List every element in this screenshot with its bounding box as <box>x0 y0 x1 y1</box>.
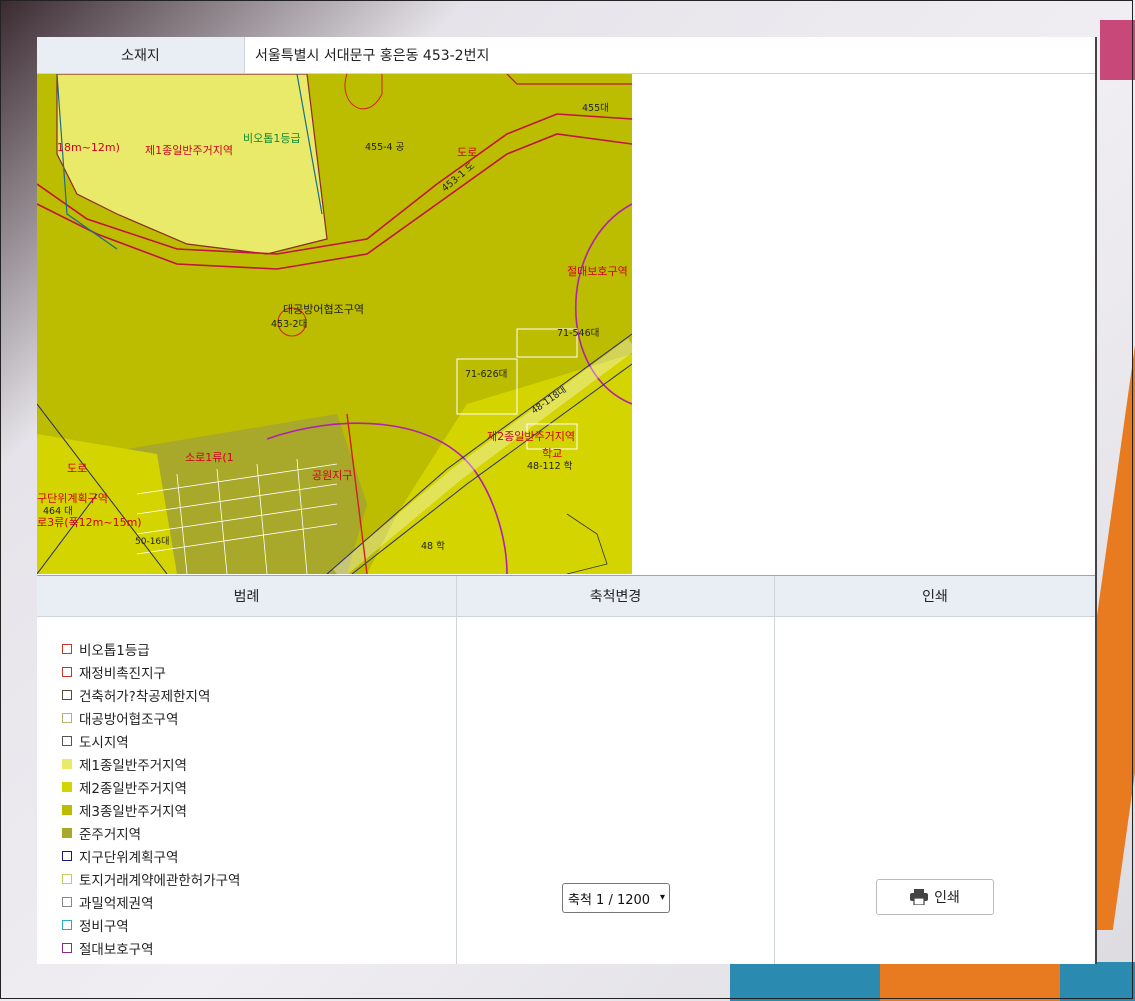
legend-swatch <box>62 942 72 953</box>
legend-item: 비오톱1등급 <box>62 637 456 660</box>
map-label: 71-626대 <box>465 369 507 380</box>
printer-icon <box>910 889 929 905</box>
scale-select[interactable]: 축척 1 / 1200 ▾ <box>562 883 670 913</box>
legend-label: 절대보호구역 <box>79 941 154 958</box>
map-label: 48-112 학 <box>527 461 573 472</box>
map-label: 대공방어협조구역 <box>283 303 364 316</box>
legend-swatch <box>62 873 72 884</box>
address-value: 서울특별시 서대문구 홍은동 453-2번지 <box>255 48 490 64</box>
land-use-panel: 소재지 서울특별시 서대문구 홍은동 453-2번지 제1종일반주거지역 비오톱… <box>37 37 1097 964</box>
scale-header: 축척변경 <box>457 576 774 617</box>
legend-swatch <box>62 827 72 838</box>
legend-swatch <box>62 781 72 792</box>
legend-item: 대공방어협조구역 <box>62 706 456 729</box>
map-label: 453-2대 <box>271 319 307 330</box>
legend-header: 범례 <box>37 576 456 617</box>
legend-swatch <box>62 689 72 700</box>
map-label: 455대 <box>582 103 609 114</box>
legend-swatch <box>62 643 72 654</box>
print-button-label: 인쇄 <box>934 890 960 906</box>
map-label: 도로 <box>457 146 477 159</box>
land-use-map[interactable]: 제1종일반주거지역 비오톱1등급 455-4 공 455대 도로 453-1 도… <box>37 74 632 574</box>
legend-item: 제1종일반주거지역 <box>62 752 456 775</box>
legend-label: 과밀억제권역 <box>79 895 154 912</box>
map-label: 절대보호구역 <box>567 265 628 278</box>
map-label: 구단위계획구역 <box>37 492 108 505</box>
map-label: 제2종일반주거지역 <box>487 429 575 443</box>
map-label: 18m~12m) <box>57 141 120 154</box>
legend-swatch <box>62 804 72 815</box>
legend-label: 제2종일반주거지역 <box>79 780 187 797</box>
print-header: 인쇄 <box>775 576 1095 617</box>
legend-item: 정비구역 <box>62 913 456 936</box>
legend-swatch <box>62 735 72 746</box>
address-label: 소재지 <box>37 37 245 73</box>
legend-swatch <box>62 712 72 723</box>
legend-swatch <box>62 896 72 907</box>
print-button[interactable]: 인쇄 <box>876 879 994 915</box>
legend-item: 절대보호구역 <box>62 936 456 959</box>
legend-label: 준주거지역 <box>79 826 142 843</box>
legend-label: 도시지역 <box>79 734 129 751</box>
legend-column: 범례 비오톱1등급재정비촉진지구건축허가?착공제한지역대공방어협조구역도시지역제… <box>37 576 457 964</box>
legend-list: 비오톱1등급재정비촉진지구건축허가?착공제한지역대공방어협조구역도시지역제1종일… <box>37 617 456 959</box>
options-table: 범례 비오톱1등급재정비촉진지구건축허가?착공제한지역대공방어협조구역도시지역제… <box>37 575 1095 964</box>
map-label: 455-4 공 <box>365 142 405 153</box>
legend-label: 제1종일반주거지역 <box>79 757 187 774</box>
map-label: 71-546대 <box>557 328 599 339</box>
legend-label: 재정비촉진지구 <box>79 665 166 682</box>
chevron-down-icon: ▾ <box>659 892 665 903</box>
scale-select-value: 축척 1 / 1200 <box>568 892 651 908</box>
legend-swatch <box>62 850 72 861</box>
legend-item: 지구단위계획구역 <box>62 844 456 867</box>
print-column: 인쇄 인쇄 <box>775 576 1095 964</box>
legend-item: 제2종일반주거지역 <box>62 775 456 798</box>
legend-item: 과밀억제권역 <box>62 890 456 913</box>
map-label: 48 학 <box>421 541 445 552</box>
map-label: 로3류(폭12m~15m) <box>37 516 142 529</box>
legend-item: 도시지역 <box>62 729 456 752</box>
map-label: 50-16대 <box>135 536 169 547</box>
map-label: 도로 <box>67 462 87 475</box>
legend-label: 지구단위계획구역 <box>79 849 179 866</box>
map-label: 학교 <box>542 447 562 460</box>
legend-item: 토지거래계약에관한허가구역 <box>62 867 456 890</box>
legend-label: 대공방어협조구역 <box>79 711 179 728</box>
map-label: 제1종일반주거지역 <box>145 143 233 157</box>
legend-swatch <box>62 758 72 769</box>
legend-item: 건축허가?착공제한지역 <box>62 683 456 706</box>
map-label: 공원지구 <box>312 469 352 482</box>
address-row: 소재지 서울특별시 서대문구 홍은동 453-2번지 <box>37 37 1095 74</box>
legend-item: 재정비촉진지구 <box>62 660 456 683</box>
legend-label: 토지거래계약에관한허가구역 <box>79 872 241 889</box>
legend-swatch <box>62 919 72 930</box>
legend-label: 제3종일반주거지역 <box>79 803 187 820</box>
legend-label: 정비구역 <box>79 918 129 935</box>
map-label: 소로1류(1 <box>185 451 234 464</box>
legend-label: 건축허가?착공제한지역 <box>79 688 211 705</box>
map-canvas: 제1종일반주거지역 비오톱1등급 455-4 공 455대 도로 453-1 도… <box>37 74 632 574</box>
legend-item: 제3종일반주거지역 <box>62 798 456 821</box>
scale-column: 축척변경 축척 1 / 1200 ▾ <box>457 576 775 964</box>
legend-item: 준주거지역 <box>62 821 456 844</box>
legend-label: 비오톱1등급 <box>79 642 150 659</box>
map-label: 비오톱1등급 <box>243 132 301 145</box>
legend-swatch <box>62 666 72 677</box>
